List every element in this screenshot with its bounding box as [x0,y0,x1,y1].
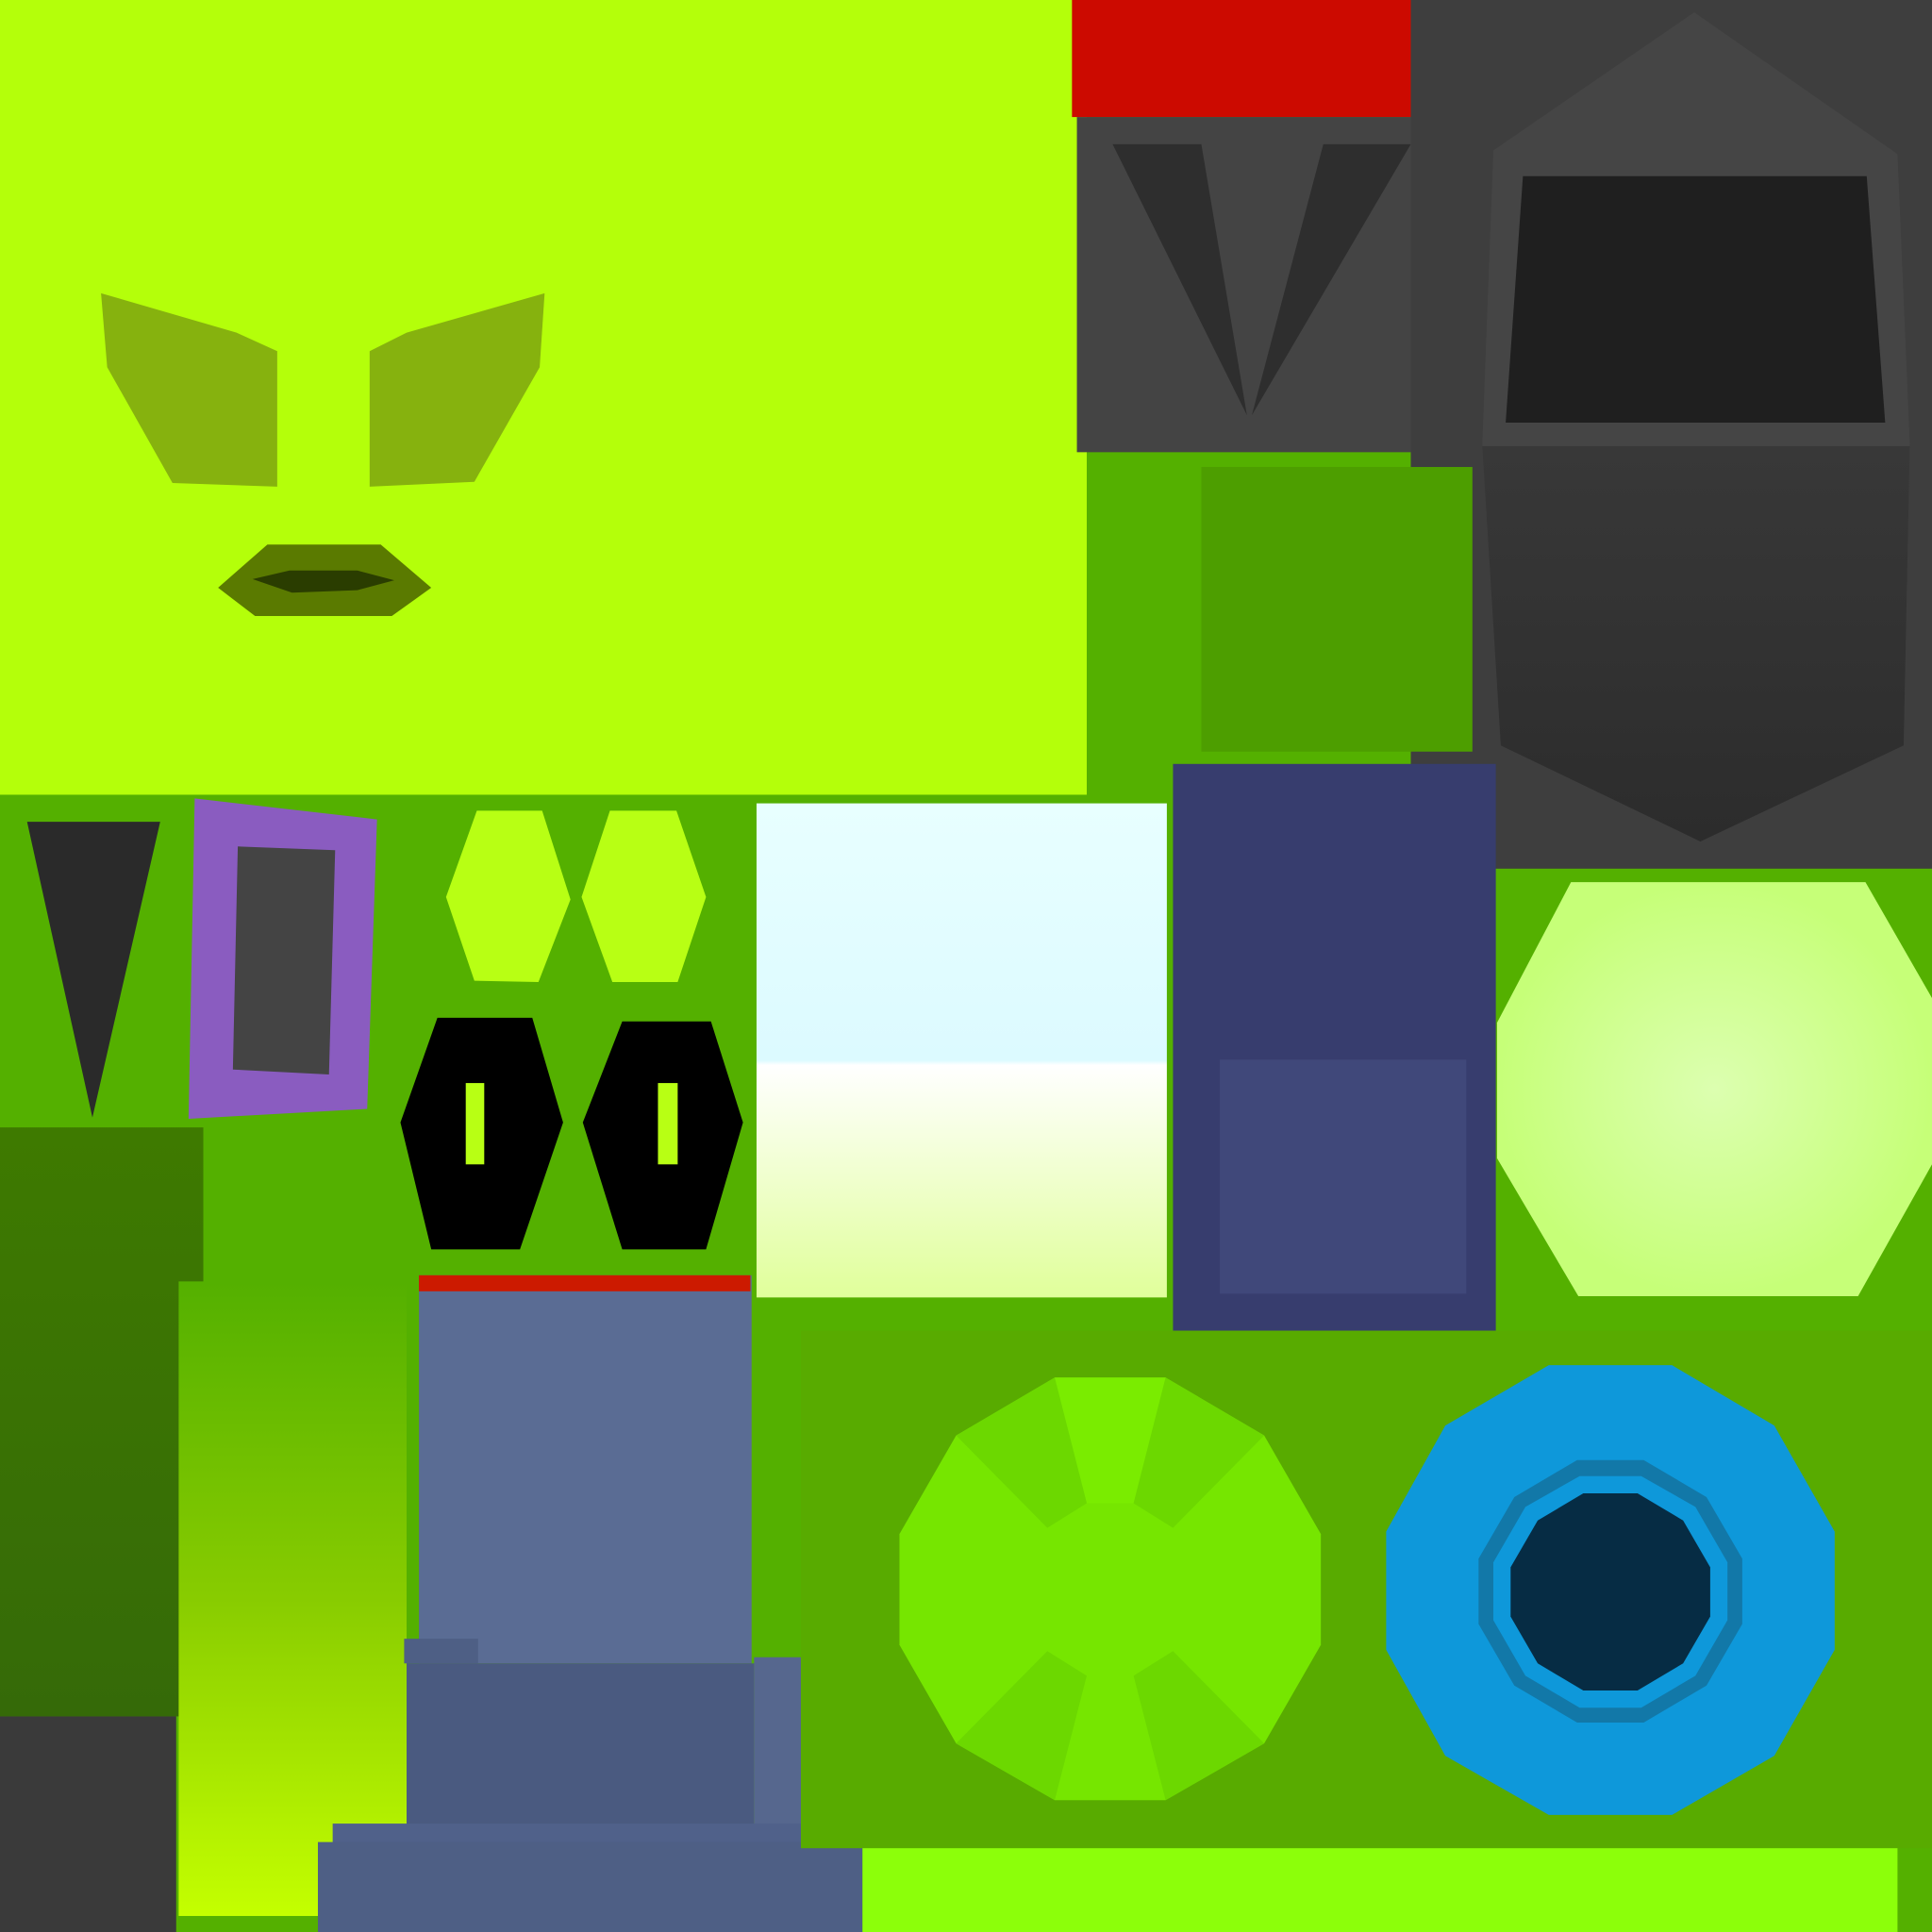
blue-gem [1386,1365,1835,1815]
face-texture [0,0,1087,795]
green-patch [1201,467,1473,752]
light-green-octagon [1496,882,1932,1297]
dark-green-column [0,1127,204,1717]
helmet-texture [1410,0,1932,869]
purple-frame [188,798,377,1119]
texture-atlas [0,0,1932,1932]
green-gem [899,1377,1322,1801]
blue-gem-core [1510,1493,1710,1690]
visor [1506,175,1886,423]
dark-gray-block [0,1716,176,1932]
navy-panel [1173,763,1496,1331]
sky-gradient-panel [756,803,1167,1298]
bright-green-strip [862,1848,1898,1932]
yellow-gradient-strip [178,1281,408,1917]
